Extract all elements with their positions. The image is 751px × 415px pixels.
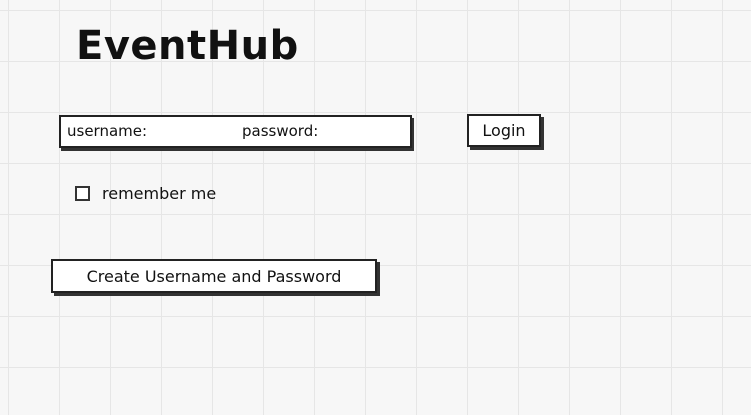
login-button[interactable]: Login [467,114,541,147]
app-title: EventHub [76,23,299,69]
create-account-button[interactable]: Create Username and Password [51,259,377,293]
remember-me-checkbox[interactable] [75,186,90,201]
remember-me-row[interactable]: remember me [75,184,216,203]
login-credentials-field[interactable]: username: password: [59,115,412,148]
username-label: username: [67,122,148,140]
password-label: password: [242,122,319,140]
remember-me-label: remember me [102,184,217,203]
